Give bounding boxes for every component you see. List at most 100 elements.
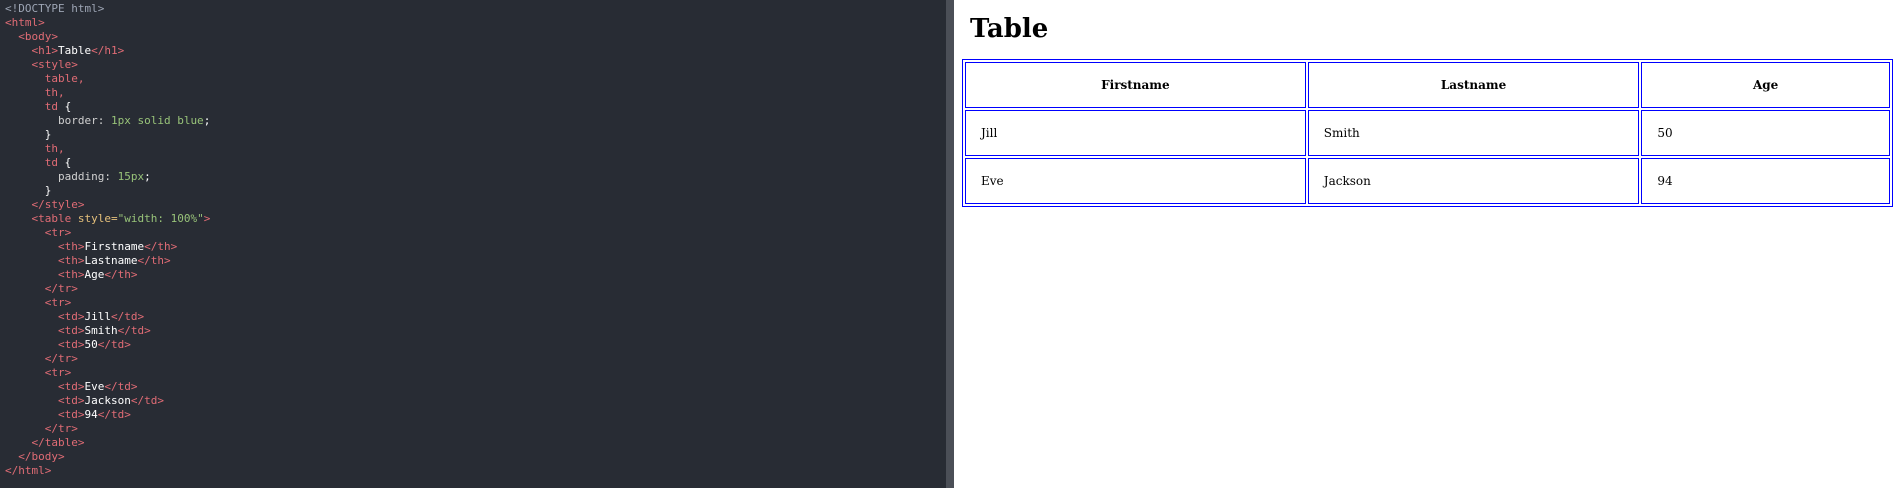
code-line[interactable]: <tr>: [5, 296, 946, 310]
code-line[interactable]: <td>Smith</td>: [5, 324, 946, 338]
code-token: }: [5, 128, 52, 141]
code-token: >: [51, 30, 58, 43]
code-token: >: [51, 44, 58, 57]
code-line[interactable]: }: [5, 128, 946, 142]
code-token: style: [44, 198, 78, 211]
preview-content: Table Firstname Lastname Age Jill Smith …: [954, 13, 1901, 207]
code-line[interactable]: <th>Age</th>: [5, 268, 946, 282]
code-token: td: [64, 338, 78, 351]
code-token: <: [5, 296, 52, 309]
code-token: 1px solid blue: [110, 114, 204, 127]
code-line[interactable]: td {: [5, 100, 946, 114]
code-line[interactable]: }: [5, 184, 946, 198]
code-token: tr: [57, 352, 72, 365]
code-line[interactable]: <td>50</td>: [5, 338, 946, 352]
code-token: table: [44, 436, 78, 449]
code-line[interactable]: <html>: [5, 16, 946, 30]
code-line[interactable]: <style>: [5, 58, 946, 72]
code-token: Eve: [84, 380, 105, 393]
code-line[interactable]: </tr>: [5, 422, 946, 436]
preview-heading: Table: [970, 14, 1049, 44]
code-token: td: [5, 156, 65, 169]
code-token: </: [130, 394, 145, 407]
code-token: <: [5, 30, 25, 43]
code-line[interactable]: <h1>Table</h1>: [5, 44, 946, 58]
code-token: </: [5, 282, 58, 295]
code-line[interactable]: </html>: [5, 464, 946, 478]
code-token: >: [124, 338, 131, 351]
code-token: Firstname: [84, 240, 145, 253]
code-token: <: [5, 226, 52, 239]
code-line[interactable]: </tr>: [5, 352, 946, 366]
code-line[interactable]: </body>: [5, 450, 946, 464]
code-line[interactable]: <!DOCTYPE html>: [5, 2, 946, 16]
code-line[interactable]: <th>Lastname</th>: [5, 254, 946, 268]
code-line[interactable]: <table style="width: 100%">: [5, 212, 946, 226]
code-area[interactable]: <!DOCTYPE html> <html> <body> <h1>Table</…: [0, 0, 946, 478]
code-line[interactable]: <tr>: [5, 226, 946, 240]
code-token: >: [58, 450, 65, 463]
code-token: >: [71, 422, 78, 435]
code-token: td: [144, 394, 158, 407]
code-token: th,: [5, 86, 65, 99]
code-token: <!DOCTYPE html>: [5, 2, 105, 15]
code-token: >: [77, 436, 85, 449]
table-cell: 50: [1641, 110, 1890, 156]
code-token: <: [5, 268, 65, 281]
code-line[interactable]: </tr>: [5, 282, 946, 296]
code-line[interactable]: <td>Jackson</td>: [5, 394, 946, 408]
code-line[interactable]: <td>Jill</td>: [5, 310, 946, 324]
code-token: >: [130, 268, 138, 281]
code-token: border:: [5, 114, 111, 127]
code-line[interactable]: th,: [5, 86, 946, 100]
code-token: Smith: [84, 324, 118, 337]
code-line[interactable]: <td>94</td>: [5, 408, 946, 422]
code-token: {: [64, 100, 72, 113]
code-token: td: [64, 310, 78, 323]
code-token: {: [64, 156, 72, 169]
table-cell: Jill: [965, 110, 1306, 156]
split-view: <!DOCTYPE html> <html> <body> < h1 > Table </…: [0, 0, 1901, 488]
code-line[interactable]: <body>: [5, 30, 946, 44]
code-token: <: [5, 254, 65, 267]
code-token: 15px: [117, 170, 145, 183]
code-token: 50: [84, 338, 98, 351]
code-line[interactable]: <tr>: [5, 366, 946, 380]
code-line[interactable]: border: 1px solid blue;: [5, 114, 946, 128]
code-line[interactable]: <th>Firstname</th>: [5, 240, 946, 254]
code-token: <: [5, 44, 39, 57]
code-token: <: [5, 366, 52, 379]
code-token: >: [71, 282, 78, 295]
code-token: <: [5, 324, 65, 337]
code-token: >: [71, 58, 78, 71]
code-token: >: [137, 310, 145, 323]
pane-divider[interactable]: [946, 0, 954, 488]
code-token: >: [170, 240, 178, 253]
table-header-cell: Age: [1641, 62, 1890, 108]
code-line[interactable]: padding: 15px;: [5, 170, 946, 184]
code-editor[interactable]: <!DOCTYPE html> <html> <body> <h1>Table</…: [0, 0, 946, 488]
code-token: </: [5, 464, 19, 477]
code-line[interactable]: th,: [5, 142, 946, 156]
code-token: >: [71, 352, 78, 365]
code-line[interactable]: table,: [5, 72, 946, 86]
code-token: >: [64, 296, 72, 309]
code-token: <: [5, 240, 65, 253]
code-token: td: [130, 324, 145, 337]
code-token: td: [64, 380, 78, 393]
code-token: </: [5, 352, 58, 365]
code-token: 94: [84, 408, 98, 421]
code-token: >: [44, 464, 52, 477]
code-token: table,: [5, 72, 85, 85]
code-line[interactable]: <td>Eve</td>: [5, 380, 946, 394]
table-header-cell: Lastname: [1307, 62, 1640, 108]
code-line[interactable]: </table>: [5, 436, 946, 450]
code-line[interactable]: </style>: [5, 198, 946, 212]
code-token: </: [110, 310, 125, 323]
code-token: <: [5, 338, 65, 351]
code-token: padding:: [5, 170, 118, 183]
code-line[interactable]: td {: [5, 156, 946, 170]
code-token: h1: [104, 44, 118, 57]
code-token: </: [137, 254, 151, 267]
table-row: Jill Smith 50: [965, 110, 1890, 156]
